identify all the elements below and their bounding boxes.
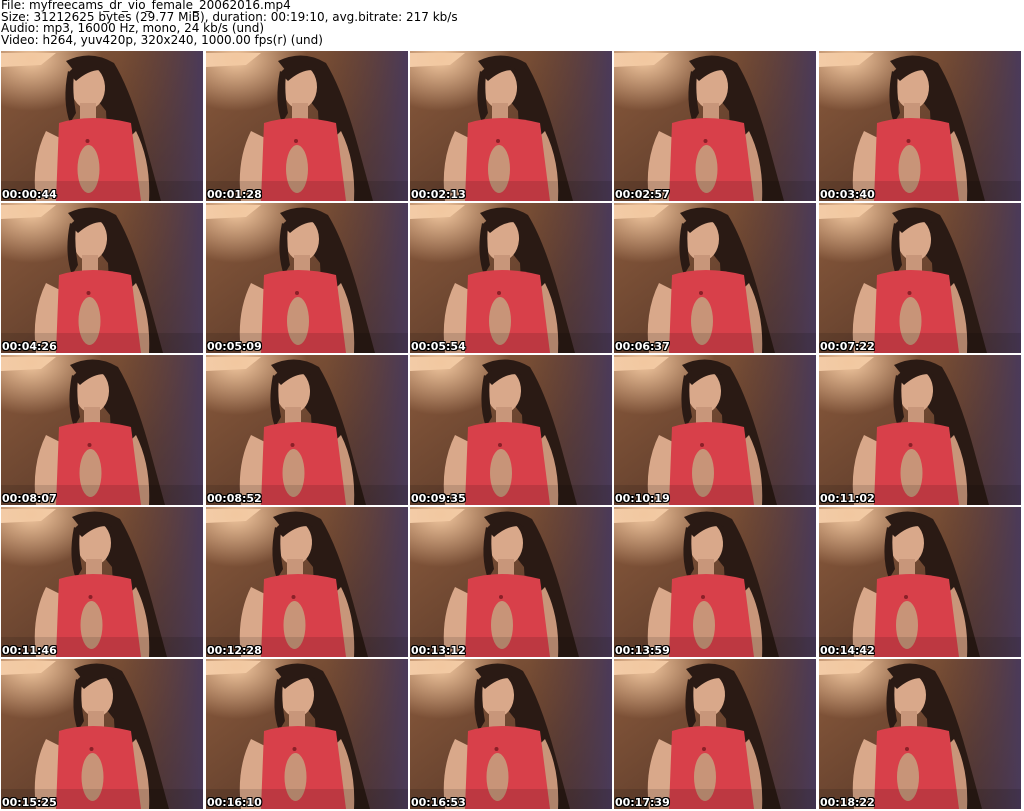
frame-timestamp: 00:06:37 [615,340,670,353]
video-info-line: Video: h264, yuv420p, 320x240, 1000.00 f… [1,32,323,47]
frame-image [410,659,612,809]
frame-image [819,203,1021,353]
video-frame-thumbnail: 00:02:57 [614,51,816,201]
frame-timestamp: 00:01:28 [207,188,262,201]
frame-image [614,355,816,505]
frame-timestamp: 00:05:54 [411,340,466,353]
frame-timestamp: 00:02:13 [411,188,466,201]
video-frame-thumbnail: 00:13:59 [614,507,816,657]
frame-image [206,203,408,353]
frame-timestamp: 00:11:46 [2,644,57,657]
frame-image [819,659,1021,809]
video-frame-thumbnail: 00:05:09 [206,203,408,353]
video-frame-thumbnail: 00:13:12 [410,507,612,657]
video-frame-thumbnail: 00:18:22 [819,659,1021,809]
video-frame-thumbnail: 00:16:10 [206,659,408,809]
frame-image [819,51,1021,201]
video-frame-thumbnail: 00:17:39 [614,659,816,809]
thumbnail-grid: 00:00:44 00:01:28 00:02:13 00:02:57 00:03:40… [0,50,1024,811]
frame-image [614,659,816,809]
video-frame-thumbnail: 00:11:02 [819,355,1021,505]
frame-image [206,507,408,657]
frame-image [410,507,612,657]
frame-timestamp: 00:04:26 [2,340,57,353]
frame-timestamp: 00:13:12 [411,644,466,657]
frame-image [1,659,203,809]
video-frame-thumbnail: 00:03:40 [819,51,1021,201]
frame-image [206,355,408,505]
frame-timestamp: 00:05:09 [207,340,262,353]
video-frame-thumbnail: 00:08:52 [206,355,408,505]
video-frame-thumbnail: 00:15:25 [1,659,203,809]
frame-image [1,507,203,657]
frame-timestamp: 00:17:39 [615,796,670,809]
frame-timestamp: 00:13:59 [615,644,670,657]
frame-image [819,355,1021,505]
video-frame-thumbnail: 00:00:44 [1,51,203,201]
frame-timestamp: 00:18:22 [820,796,875,809]
video-frame-thumbnail: 00:07:22 [819,203,1021,353]
frame-timestamp: 00:12:28 [207,644,262,657]
frame-image [614,507,816,657]
frame-image [1,51,203,201]
frame-timestamp: 00:03:40 [820,188,875,201]
frame-image [206,659,408,809]
frame-timestamp: 00:16:53 [411,796,466,809]
frame-image [410,355,612,505]
frame-image [206,51,408,201]
frame-image [410,51,612,201]
frame-timestamp: 00:16:10 [207,796,262,809]
video-frame-thumbnail: 00:10:19 [614,355,816,505]
frame-image [1,355,203,505]
video-frame-thumbnail: 00:04:26 [1,203,203,353]
frame-image [614,51,816,201]
frame-timestamp: 00:09:35 [411,492,466,505]
video-frame-thumbnail: 00:02:13 [410,51,612,201]
frame-image [1,203,203,353]
frame-image [819,507,1021,657]
video-frame-thumbnail: 00:11:46 [1,507,203,657]
frame-timestamp: 00:10:19 [615,492,670,505]
video-frame-thumbnail: 00:14:42 [819,507,1021,657]
frame-timestamp: 00:08:07 [2,492,57,505]
frame-timestamp: 00:14:42 [820,644,875,657]
video-frame-thumbnail: 00:05:54 [410,203,612,353]
file-info-header: File: myfreecams_dr_vio_female_20062016.… [1,0,1021,50]
frame-image [614,203,816,353]
frame-timestamp: 00:02:57 [615,188,670,201]
frame-timestamp: 00:00:44 [2,188,57,201]
video-frame-thumbnail: 00:01:28 [206,51,408,201]
frame-timestamp: 00:15:25 [2,796,57,809]
frame-timestamp: 00:07:22 [820,340,875,353]
video-frame-thumbnail: 00:16:53 [410,659,612,809]
video-frame-thumbnail: 00:12:28 [206,507,408,657]
frame-image [410,203,612,353]
frame-timestamp: 00:11:02 [820,492,875,505]
video-frame-thumbnail: 00:08:07 [1,355,203,505]
frame-timestamp: 00:08:52 [207,492,262,505]
video-frame-thumbnail: 00:09:35 [410,355,612,505]
video-frame-thumbnail: 00:06:37 [614,203,816,353]
